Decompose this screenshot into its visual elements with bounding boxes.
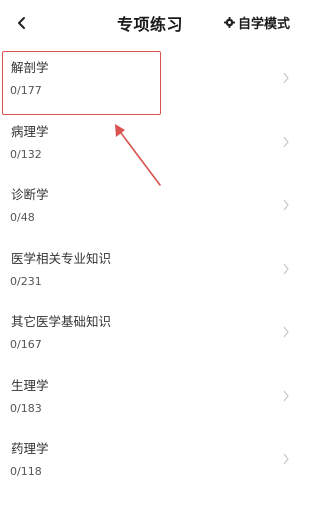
category-item[interactable]: 解剖学 0/177 bbox=[0, 46, 300, 110]
category-item[interactable]: 医学相关专业知识 0/231 bbox=[0, 237, 300, 301]
chevron-right-icon bbox=[283, 263, 289, 274]
category-title: 生理学 bbox=[11, 377, 49, 393]
category-title: 其它医学基础知识 bbox=[11, 314, 112, 329]
category-title: 病理学 bbox=[11, 123, 49, 139]
chevron-right-icon bbox=[283, 453, 289, 465]
category-item[interactable]: 药理学 0/118 bbox=[0, 427, 300, 491]
chevron-right-icon bbox=[283, 72, 289, 84]
chevron-right-icon bbox=[283, 390, 289, 401]
top-bar: 专项练习 自学模式 bbox=[0, 0, 300, 46]
chevron-right-icon bbox=[283, 136, 289, 147]
category-item[interactable]: 病理学 0/132 bbox=[0, 110, 300, 174]
chevron-right-icon bbox=[283, 326, 289, 338]
category-title: 诊断学 bbox=[11, 187, 49, 202]
category-title: 医学相关专业知识 bbox=[11, 250, 112, 266]
self-study-mode-button[interactable]: 自学模式 bbox=[223, 13, 290, 32]
chevron-right-icon bbox=[283, 199, 289, 211]
category-progress: 0/167 bbox=[10, 338, 42, 351]
category-progress: 0/231 bbox=[10, 274, 42, 288]
category-item[interactable]: 生理学 0/183 bbox=[0, 364, 300, 428]
category-title: 解剖学 bbox=[11, 60, 49, 75]
category-item[interactable]: 其它医学基础知识 0/167 bbox=[0, 300, 300, 364]
screen: 专项练习 自学模式 解剖学 0/177 病理学 0/132 诊断学 0/48 医… bbox=[0, 0, 300, 521]
category-title: 药理学 bbox=[11, 441, 49, 456]
category-item[interactable]: 诊断学 0/48 bbox=[0, 173, 300, 237]
category-progress: 0/177 bbox=[10, 84, 42, 97]
mode-label: 自学模式 bbox=[237, 17, 290, 32]
practice-category-list: 解剖学 0/177 病理学 0/132 诊断学 0/48 医学相关专业知识 0/… bbox=[0, 46, 300, 491]
category-progress: 0/48 bbox=[10, 211, 35, 224]
category-progress: 0/132 bbox=[10, 147, 42, 161]
category-progress: 0/118 bbox=[10, 465, 42, 478]
category-progress: 0/183 bbox=[10, 401, 42, 415]
gear-icon bbox=[223, 17, 235, 28]
